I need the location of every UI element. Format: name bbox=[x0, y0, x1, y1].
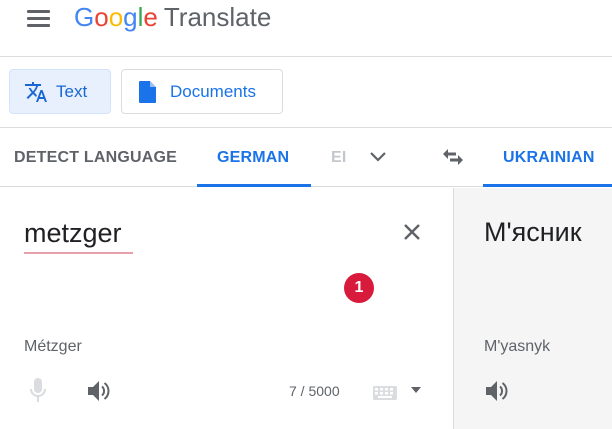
translate-icon bbox=[25, 81, 47, 102]
source-tab-underline bbox=[197, 184, 311, 187]
keyboard-icon[interactable] bbox=[373, 386, 397, 400]
google-wordmark: Google bbox=[74, 2, 158, 32]
source-text-input[interactable]: metzger bbox=[24, 218, 122, 249]
microphone-icon[interactable] bbox=[28, 376, 48, 404]
tab-source-german[interactable]: GERMAN bbox=[217, 128, 289, 187]
swap-arrows-icon[interactable] bbox=[441, 146, 465, 168]
documents-mode-label: Documents bbox=[170, 81, 256, 101]
target-speaker-icon[interactable] bbox=[484, 379, 510, 403]
logo-letter: G bbox=[74, 2, 95, 32]
documents-mode-button[interactable]: Documents bbox=[121, 69, 283, 114]
keyboard-dropdown-icon[interactable] bbox=[410, 386, 422, 394]
character-counter: 7 / 5000 bbox=[289, 383, 340, 399]
source-speaker-icon[interactable] bbox=[86, 379, 112, 403]
google-translate-logo[interactable]: Google Translate bbox=[74, 0, 271, 34]
close-icon[interactable] bbox=[401, 221, 423, 243]
notification-badge[interactable]: 1 bbox=[344, 273, 374, 303]
logo-letter: o bbox=[94, 2, 109, 32]
hamburger-menu-icon[interactable] bbox=[26, 9, 52, 29]
chevron-down-icon[interactable] bbox=[368, 149, 388, 165]
tab-target-ukrainian[interactable]: UKRAINIAN bbox=[503, 128, 595, 187]
google-translate-page: Google Translate Text Documents DETECT LA… bbox=[0, 0, 612, 429]
tab-detect-language[interactable]: DETECT LANGUAGE bbox=[14, 128, 177, 187]
logo-letter: g bbox=[123, 2, 138, 32]
text-mode-label: Text bbox=[56, 81, 88, 101]
spellcheck-underline bbox=[24, 251, 133, 254]
source-transliteration: Métzger bbox=[24, 338, 82, 355]
logo-letter: e bbox=[143, 2, 158, 32]
product-name: Translate bbox=[163, 2, 272, 32]
text-mode-button[interactable]: Text bbox=[9, 69, 111, 114]
app-header: Google Translate bbox=[0, 0, 612, 57]
document-icon bbox=[139, 80, 156, 103]
language-bar: DETECT LANGUAGE GERMAN EI UKRAINIAN bbox=[0, 127, 612, 187]
target-tab-underline bbox=[483, 184, 612, 187]
logo-letter: o bbox=[108, 2, 124, 32]
target-transliteration: M'yasnyk bbox=[484, 338, 551, 355]
tab-source-partial[interactable]: EI bbox=[331, 128, 348, 187]
translated-text: М'ясник bbox=[484, 217, 582, 247]
